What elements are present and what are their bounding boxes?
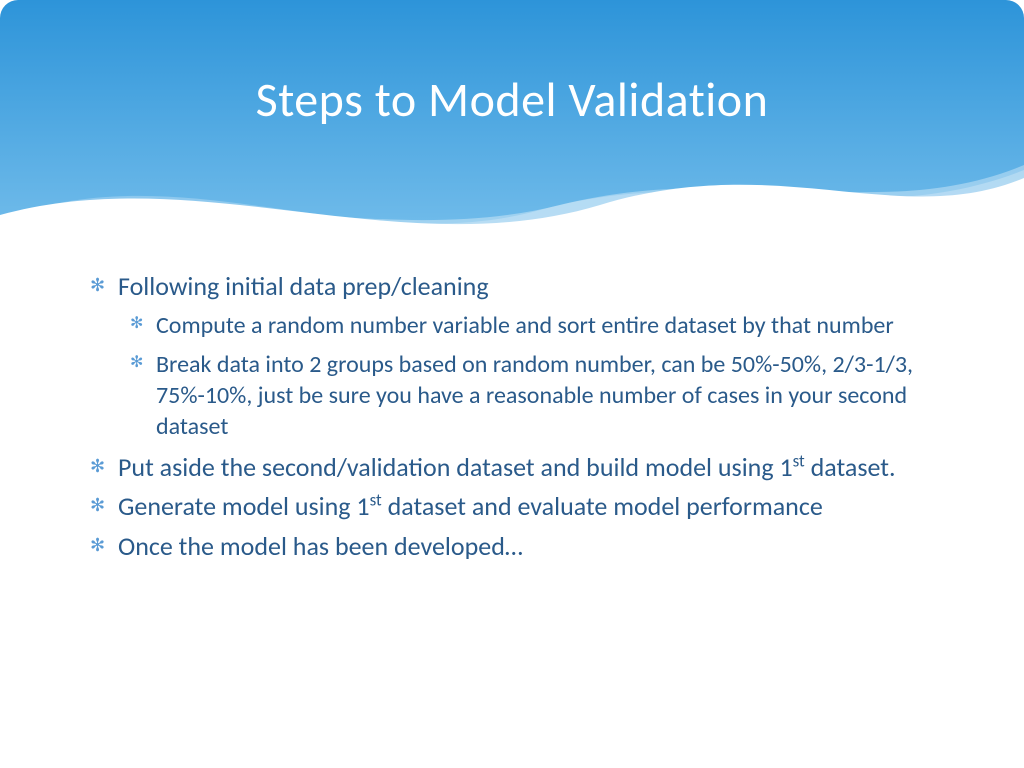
bullet-level1: Put aside the second/validation dataset … (90, 451, 954, 485)
bullet-level1: Once the model has been developed… (90, 530, 954, 564)
bullet-level1: Generate model using 1st dataset and eva… (90, 490, 954, 524)
text-part: dataset and evaluate model performance (382, 490, 823, 522)
superscript: st (370, 490, 382, 511)
text-part: Put aside the second/validation dataset … (118, 451, 793, 483)
slide: Steps to Model Validation Following init… (0, 0, 1024, 768)
content-area: Following initial data prep/cleaning Com… (90, 270, 954, 570)
wave-graphic (0, 0, 1024, 280)
superscript: st (793, 450, 805, 471)
text-part: Generate model using 1 (118, 490, 370, 522)
bullet-level2: Compute a random number variable and sor… (130, 310, 954, 341)
bullet-level2: Break data into 2 groups based on random… (130, 349, 954, 443)
bullet-level1: Following initial data prep/cleaning (90, 270, 954, 304)
text-part: dataset. (805, 451, 896, 483)
banner (0, 0, 1024, 280)
slide-title: Steps to Model Validation (0, 70, 1024, 129)
